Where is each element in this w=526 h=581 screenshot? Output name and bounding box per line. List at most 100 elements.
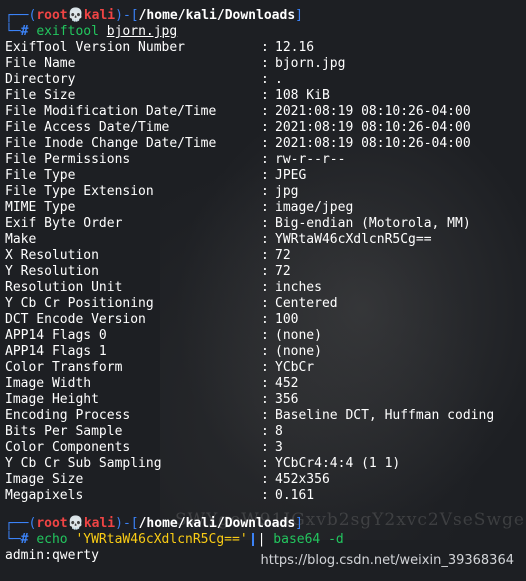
- exif-separator: :: [261, 88, 269, 103]
- exif-value: 356: [275, 392, 299, 407]
- exif-row: Y Resolution:72: [5, 264, 526, 280]
- command-arg[interactable]: bjorn.jpg: [107, 24, 177, 39]
- exif-row: ExifTool Version Number:12.16: [5, 40, 526, 56]
- exif-key: Megapixels: [5, 488, 84, 503]
- exif-value: Baseline DCT, Huffman coding: [275, 408, 495, 423]
- exif-row: File Modification Date/Time:2021:08:19 0…: [5, 104, 526, 120]
- exif-row: Resolution Unit: inches: [5, 280, 526, 296]
- exif-key: Image Width: [5, 376, 92, 391]
- exif-value: 2021:08:19 08:10:26-04:00: [275, 136, 471, 151]
- exif-separator: :: [261, 152, 269, 167]
- exif-value: .: [275, 72, 283, 87]
- exif-row: APP14 Flags 1: (none): [5, 344, 526, 360]
- exif-row: File Name: bjorn.jpg: [5, 56, 526, 72]
- exif-separator: :: [261, 56, 269, 71]
- exif-key: Directory: [5, 72, 76, 87]
- prompt-frame: )-[: [115, 516, 139, 531]
- exif-row: Image Width:452: [5, 376, 526, 392]
- exif-separator: :: [261, 168, 269, 183]
- exif-row: Bits Per Sample:8: [5, 424, 526, 440]
- exif-value: YCbCr4:4:4 (1 1): [275, 456, 401, 471]
- exif-value: 452x356: [275, 472, 330, 487]
- exif-separator: :: [261, 248, 269, 263]
- exif-separator: :: [261, 184, 269, 199]
- exif-separator: :: [261, 232, 269, 247]
- exif-separator: :: [261, 360, 269, 375]
- exif-value: 2021:08:19 08:10:26-04:00: [275, 120, 471, 135]
- exif-value: 0.161: [275, 488, 315, 503]
- prompt-user: root: [36, 516, 68, 531]
- pipe-symbol: |: [257, 532, 266, 547]
- exif-row: Y Cb Cr Positioning: Centered: [5, 296, 526, 312]
- exif-row: File Access Date/Time:2021:08:19 08:10:2…: [5, 120, 526, 136]
- exif-row: File Permissions: rw-r--r--: [5, 152, 526, 168]
- exif-value: 72: [275, 248, 291, 263]
- exif-separator: :: [261, 472, 269, 487]
- exif-separator: :: [261, 216, 269, 231]
- prompt-host: kali: [83, 8, 116, 23]
- command-name: exiftool: [36, 24, 99, 39]
- exif-key: File Inode Change Date/Time: [5, 136, 217, 151]
- exif-separator: :: [261, 328, 269, 343]
- exif-key: Color Components: [5, 440, 131, 455]
- exif-separator: :: [261, 312, 269, 327]
- exif-key: APP14 Flags 1: [5, 344, 107, 359]
- prompt-frame: ]: [295, 516, 303, 531]
- prompt-hash: #: [20, 24, 29, 39]
- exif-value: 8: [275, 424, 283, 439]
- exif-key: MIME Type: [5, 200, 76, 215]
- exif-value: 3: [275, 440, 283, 455]
- exif-row: Exif Byte Order: Big-endian (Motorola, MM…: [5, 216, 526, 232]
- exif-value: bjorn.jpg: [275, 56, 346, 71]
- exif-value: rw-r--r--: [275, 152, 346, 167]
- exif-row: File Type Extension: jpg: [5, 184, 526, 200]
- exif-row: MIME Type: image/jpeg: [5, 200, 526, 216]
- exif-separator: :: [261, 72, 269, 87]
- exif-key: Image Size: [5, 472, 84, 487]
- exif-row: X Resolution:72: [5, 248, 526, 264]
- prompt-path: /home/kali/Downloads: [138, 516, 296, 531]
- exif-key: File Type Extension: [5, 184, 154, 199]
- exif-value: Big-endian (Motorola, MM): [275, 216, 471, 231]
- exif-key: APP14 Flags 0: [5, 328, 107, 343]
- exif-separator: :: [261, 408, 269, 423]
- exif-key: File Modification Date/Time: [5, 104, 217, 119]
- command-flag: -d: [328, 532, 344, 547]
- exif-value: 108 KiB: [275, 88, 330, 103]
- exif-value: jpg: [275, 184, 299, 199]
- exif-key: Color Transform: [5, 360, 123, 375]
- exif-value: YCbCr: [275, 360, 315, 375]
- exif-value: inches: [275, 280, 322, 295]
- prompt-host: kali: [83, 516, 116, 531]
- exif-row: File Size:108 KiB: [5, 88, 526, 104]
- exif-key: Encoding Process: [5, 408, 131, 423]
- exif-row: Make: YWRtaW46cXdlcnR5Cg==: [5, 232, 526, 248]
- exif-row: File Inode Change Date/Time:2021:08:19 0…: [5, 136, 526, 152]
- exif-separator: :: [261, 376, 269, 391]
- exif-key: File Name: [5, 56, 76, 71]
- exif-value: 72: [275, 264, 291, 279]
- prompt-hash: #: [20, 532, 29, 547]
- exif-separator: :: [261, 264, 269, 279]
- terminal[interactable]: ┌──(root💀kali)-[/home/kali/Downloads] └─…: [5, 8, 526, 564]
- command-name: echo: [36, 532, 68, 547]
- exif-separator: :: [261, 424, 269, 439]
- exif-key: Y Cb Cr Sub Sampling: [5, 456, 162, 471]
- prompt-frame: ]: [295, 8, 303, 23]
- exif-row: Encoding Process: Baseline DCT, Huffman c…: [5, 408, 526, 424]
- exif-value: YWRtaW46cXdlcnR5Cg==: [275, 232, 432, 247]
- command-name-2: base64: [273, 532, 321, 547]
- exif-separator: :: [261, 296, 269, 311]
- exif-key: File Type: [5, 168, 76, 183]
- exif-key: Resolution Unit: [5, 280, 123, 295]
- command-line-1: └─# exiftool bjorn.jpg: [5, 24, 526, 40]
- exif-row: File Type: JPEG: [5, 168, 526, 184]
- prompt-frame: )-[: [115, 8, 139, 23]
- prompt-line-1: ┌──(root💀kali)-[/home/kali/Downloads]: [5, 8, 526, 24]
- exif-separator: :: [261, 488, 269, 503]
- exif-separator: :: [261, 280, 269, 295]
- exif-value: 2021:08:19 08:10:26-04:00: [275, 104, 471, 119]
- exif-row: DCT Encode Version:100: [5, 312, 526, 328]
- exif-key: Y Cb Cr Positioning: [5, 296, 154, 311]
- command-line-2: └─# echo 'YWRtaW46cXdlcnR5Cg==' | base64 …: [5, 532, 526, 548]
